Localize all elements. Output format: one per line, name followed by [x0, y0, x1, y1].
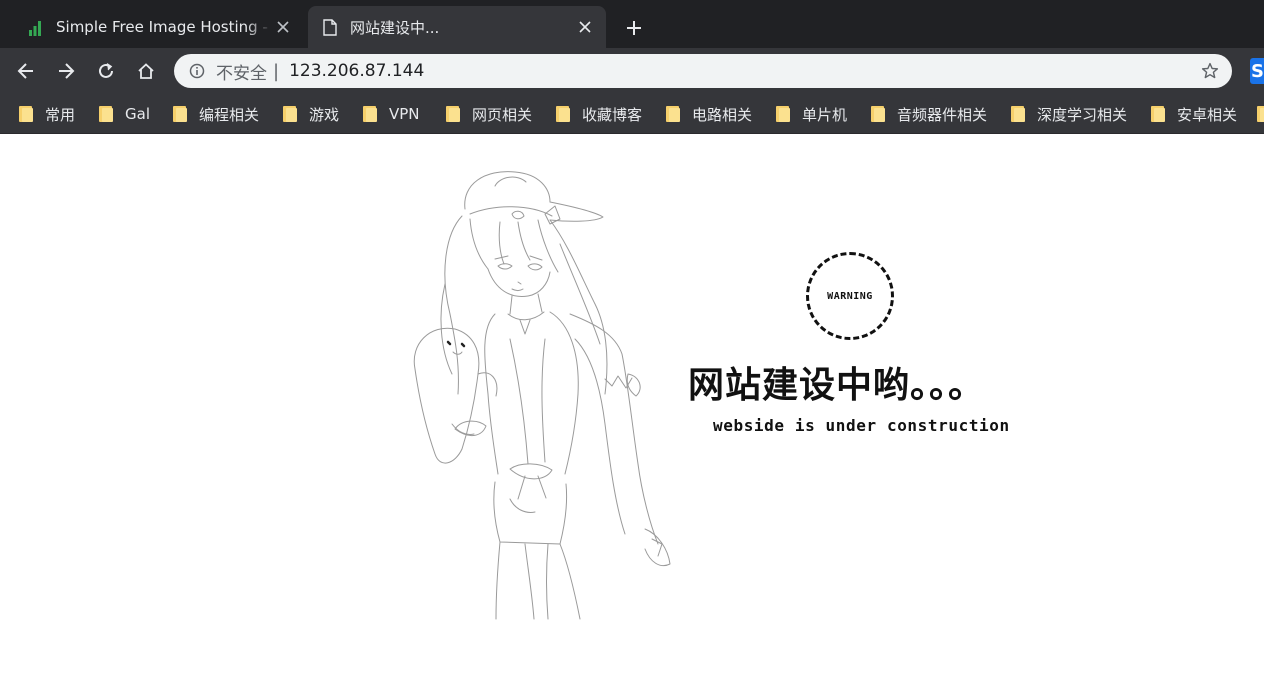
folder-icon	[1150, 106, 1166, 122]
star-icon[interactable]	[1200, 61, 1220, 81]
folder-icon	[282, 106, 298, 122]
bookmark-folder-partial[interactable]	[1256, 103, 1264, 125]
folder-icon	[445, 106, 461, 122]
browser-toolbar: 不安全 | 123.206.87.144	[0, 48, 1264, 94]
address-bar[interactable]: 不安全 | 123.206.87.144	[174, 54, 1232, 88]
bookmarks-bar: 常用 Gal 编程相关 游戏 VPN 网页相关 收藏博客 电路相关 单片机 音频…	[0, 94, 1264, 134]
info-icon[interactable]	[188, 62, 206, 80]
folder-icon	[775, 106, 791, 122]
anime-girl-illustration	[413, 171, 671, 620]
bookmark-folder[interactable]: 音频器件相关	[870, 103, 987, 125]
page-subtitle: webside is under construction	[713, 416, 1010, 435]
folder-icon	[870, 106, 886, 122]
bookmark-folder[interactable]: 网页相关	[445, 103, 532, 125]
bar-chart-favicon-icon	[26, 17, 46, 37]
folder-icon	[98, 106, 114, 122]
warning-badge-text: WARNING	[827, 290, 873, 302]
reload-button[interactable]	[92, 57, 120, 85]
warning-badge: WARNING	[806, 252, 894, 340]
document-icon	[320, 17, 340, 37]
security-label[interactable]: 不安全	[216, 59, 267, 84]
folder-icon	[1256, 106, 1264, 122]
forward-button[interactable]	[52, 57, 80, 85]
bookmark-folder[interactable]: 游戏	[282, 103, 339, 125]
bookmark-folder[interactable]: 编程相关	[172, 103, 259, 125]
tab-title: 网站建设中...	[350, 18, 440, 37]
tab-under-construction[interactable]: 网站建设中...	[308, 6, 606, 48]
bookmark-folder[interactable]: Gal	[98, 103, 150, 125]
new-tab-button[interactable]	[620, 14, 648, 42]
folder-icon	[18, 106, 34, 122]
page-content: WARNING 网站建设中哟。。。 webside is under const…	[0, 134, 1264, 677]
bookmark-folder[interactable]: 电路相关	[665, 103, 752, 125]
tab-title: Simple Free Image Hosting - S	[56, 18, 272, 36]
folder-icon	[1010, 106, 1026, 122]
folder-icon	[362, 106, 378, 122]
omnibox-separator: |	[273, 60, 280, 82]
folder-icon	[555, 106, 571, 122]
close-icon[interactable]	[574, 16, 596, 38]
reload-icon	[99, 63, 113, 78]
plus-icon	[627, 21, 641, 35]
url-text[interactable]: 123.206.87.144	[289, 61, 424, 81]
bookmark-folder[interactable]: 常用	[18, 103, 75, 125]
folder-icon	[172, 106, 188, 122]
bookmark-folder[interactable]: 安卓相关	[1150, 103, 1237, 125]
bookmark-folder[interactable]: VPN	[362, 103, 420, 125]
close-icon[interactable]	[272, 16, 294, 38]
bookmark-folder[interactable]: 收藏博客	[555, 103, 642, 125]
tab-image-hosting[interactable]: Simple Free Image Hosting - S	[14, 6, 304, 48]
tab-strip: Simple Free Image Hosting - S 网站建设中...	[0, 0, 1264, 48]
bookmark-folder[interactable]: 单片机	[775, 103, 847, 125]
page-headline: 网站建设中哟。。。	[688, 365, 986, 406]
extension-icon[interactable]: S	[1250, 58, 1264, 84]
arrow-left-icon	[17, 63, 33, 79]
back-button[interactable]	[12, 57, 40, 85]
home-icon	[138, 63, 154, 79]
bookmark-folder[interactable]: 深度学习相关	[1010, 103, 1127, 125]
folder-icon	[665, 106, 681, 122]
home-button[interactable]	[132, 57, 160, 85]
arrow-right-icon	[59, 63, 75, 79]
